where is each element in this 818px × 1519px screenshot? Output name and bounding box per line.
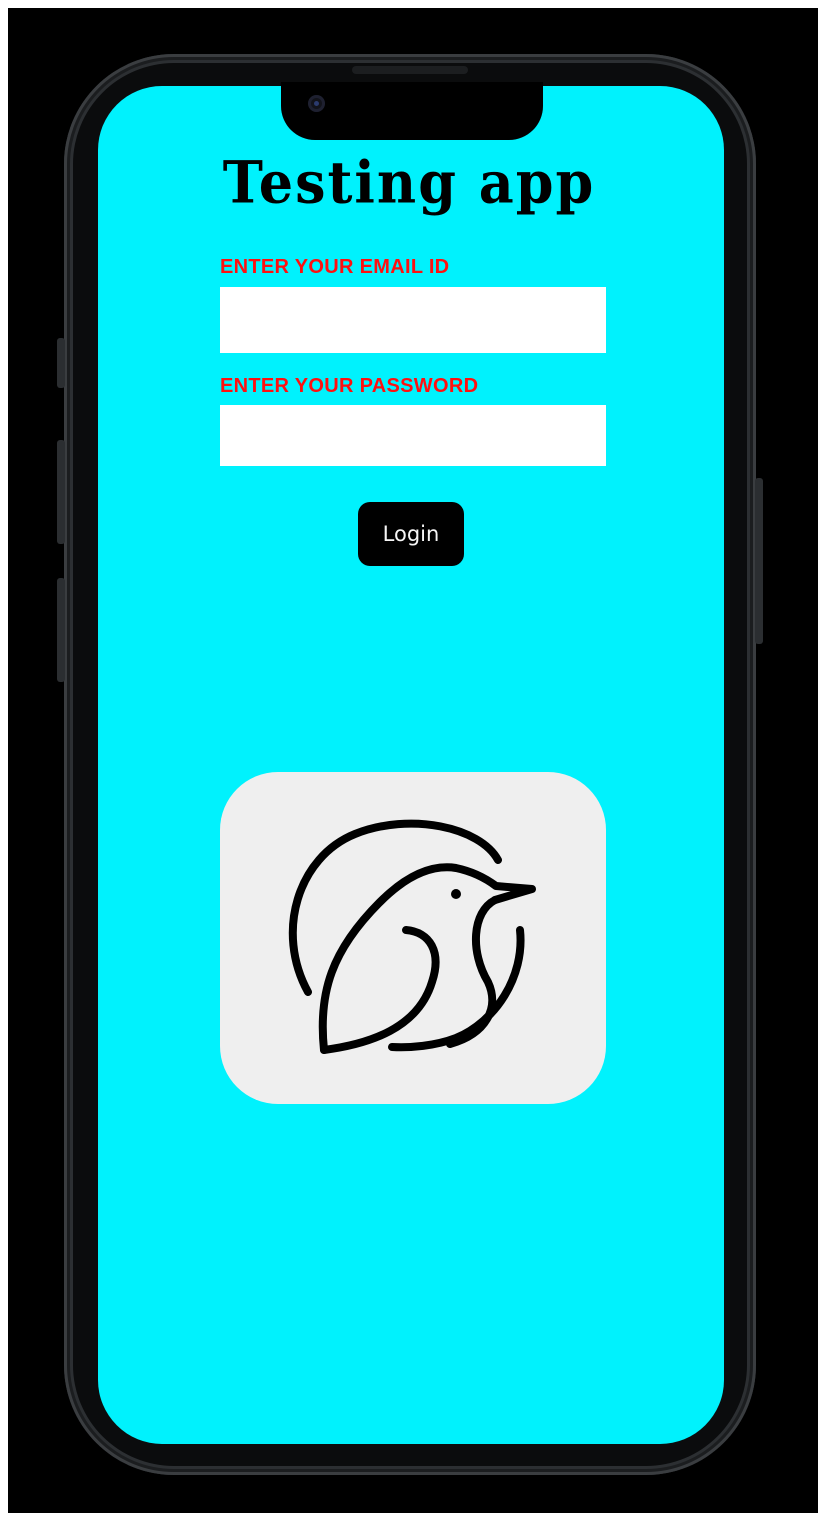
speaker-grille xyxy=(352,66,468,74)
password-input[interactable] xyxy=(220,405,606,466)
bird-logo-icon xyxy=(288,819,536,1054)
volume-up-button xyxy=(57,440,65,544)
login-button[interactable]: Login xyxy=(358,502,464,566)
app-title: Testing app xyxy=(222,147,596,217)
volume-down-button xyxy=(57,578,65,682)
password-label: ENTER YOUR PASSWORD xyxy=(220,375,479,397)
logo-card xyxy=(220,772,606,1104)
camera-icon xyxy=(308,95,325,112)
power-button xyxy=(755,478,763,644)
silent-switch xyxy=(57,338,65,388)
email-label: ENTER YOUR EMAIL ID xyxy=(220,256,450,278)
email-input[interactable] xyxy=(220,287,606,353)
